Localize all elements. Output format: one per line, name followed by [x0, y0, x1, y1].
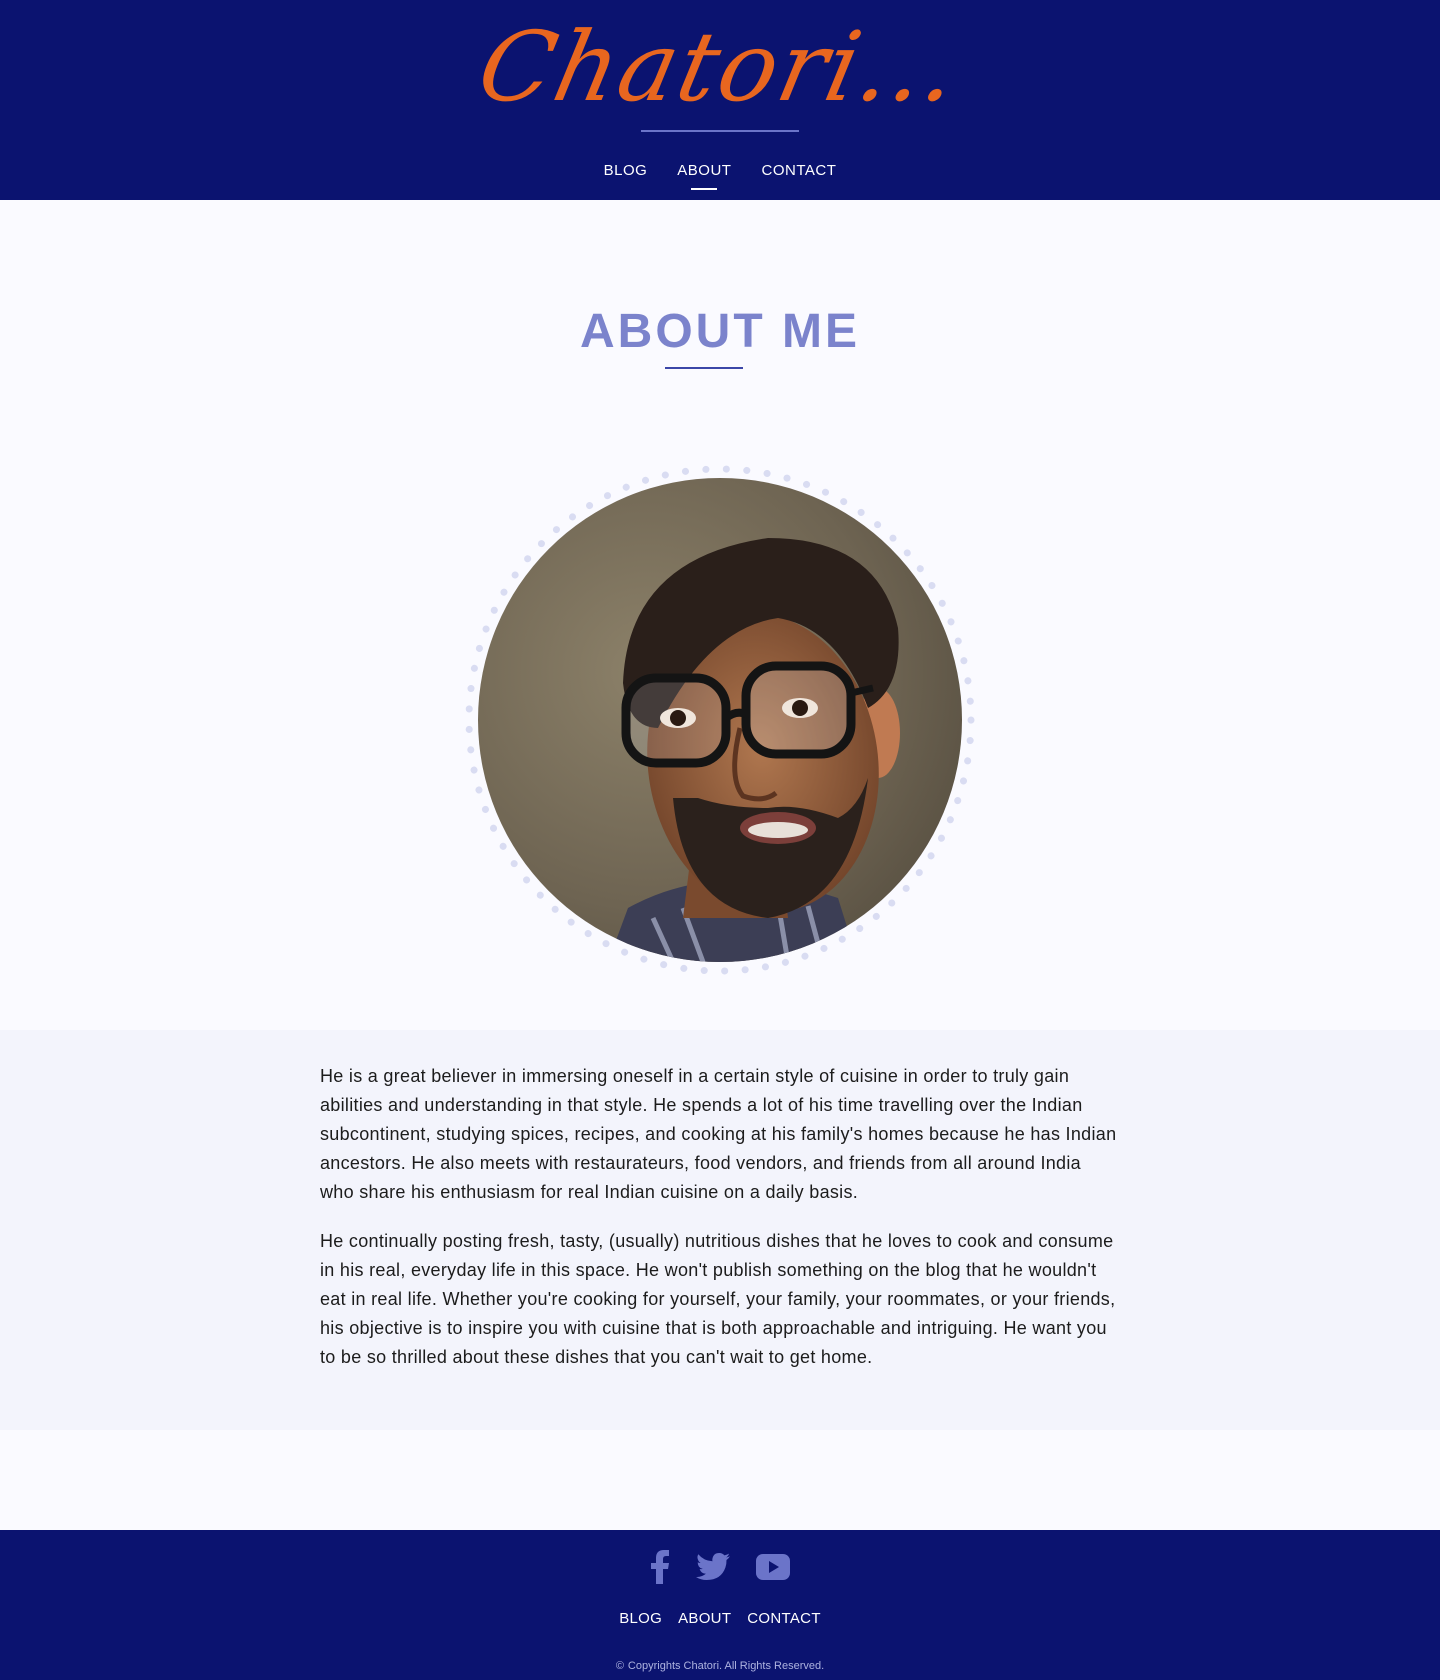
about-text-section: He is a great believer in immersing ones…	[0, 1030, 1440, 1430]
copyright: © Copyrights Chatori. All Rights Reserved…	[0, 1658, 1440, 1674]
footer-nav: BLOG ABOUT CONTACT	[0, 1608, 1440, 1630]
copyright-icon: ©	[615, 1660, 624, 1672]
portrait-photo	[478, 478, 962, 962]
site-footer: BLOG ABOUT CONTACT © Copyrights Chatori. …	[0, 1530, 1440, 1680]
footer-link-contact[interactable]: CONTACT	[747, 1608, 820, 1630]
about-paragraph-2: He continually posting fresh, tasty, (us…	[320, 1231, 1116, 1367]
about-paragraph-1: He is a great believer in immersing ones…	[320, 1066, 1117, 1202]
social-links	[0, 1550, 1440, 1584]
title-underline	[665, 367, 743, 369]
copyright-text: Copyrights Chatori. All Rights Reserved.	[627, 1660, 825, 1672]
logo-divider	[641, 130, 799, 132]
youtube-icon[interactable]	[756, 1554, 790, 1580]
nav-link-about[interactable]: ABOUT	[677, 160, 731, 190]
nav-link-contact[interactable]: CONTACT	[761, 160, 836, 182]
main-nav: BLOG ABOUT CONTACT	[0, 160, 1440, 190]
site-logo[interactable]: Chatori...	[0, 0, 1440, 130]
portrait-illustration	[608, 538, 900, 962]
site-header: Chatori... BLOG ABOUT CONTACT	[0, 0, 1440, 200]
logo-text[interactable]: Chatori...	[470, 11, 971, 123]
footer-link-blog[interactable]: BLOG	[619, 1608, 662, 1630]
footer-link-about[interactable]: ABOUT	[678, 1608, 731, 1630]
facebook-icon[interactable]	[650, 1550, 670, 1584]
page-title: ABOUT ME	[580, 305, 860, 358]
portrait-frame	[464, 464, 976, 976]
twitter-icon[interactable]	[696, 1553, 730, 1581]
nav-link-blog[interactable]: BLOG	[604, 160, 648, 182]
